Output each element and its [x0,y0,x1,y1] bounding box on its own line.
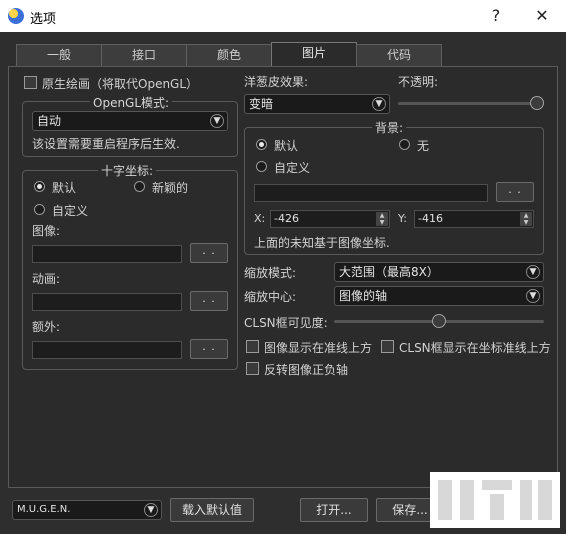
profile-value: M.U.G.E.N. [17,504,71,515]
crosshair-custom-label: 自定义 [52,204,89,218]
opengl-mode-value: 自动 [37,114,62,128]
profile-select[interactable]: M.U.G.E.N. ▼ [12,500,162,520]
clsn-visibility-slider-thumb[interactable] [432,314,446,328]
bg-path-field[interactable] [254,184,488,202]
zoom-mode-value: 大范围（最高8X） [339,265,439,279]
y-spinbox[interactable]: -416 ▲ ▼ [414,210,534,228]
image-above-guide-label: 图像显示在准线上方 [264,341,373,355]
native-draw-label: 原生绘画（将取代OpenGL） [42,77,199,91]
spin-down-icon[interactable]: ▼ [376,219,388,226]
extra-browse-button[interactable]: . . [190,339,228,359]
tab-images[interactable]: 图片 [271,42,357,67]
bg-custom-label: 自定义 [274,161,311,175]
animation-browse-button[interactable]: . . [190,291,228,311]
image-path-field[interactable] [32,245,182,263]
tab-colors[interactable]: 颜色 [186,44,272,66]
restart-note: 该设置需要重启程序后生效. [32,137,180,151]
chevron-down-icon: ▼ [526,265,540,279]
watermark-logo [430,472,560,528]
x-spinbox[interactable]: -426 ▲ ▼ [270,210,390,228]
help-button[interactable]: ? [474,0,518,32]
close-button[interactable]: ✕ [520,0,564,32]
clsn-above-guide-checkbox[interactable] [381,340,394,353]
opacity-slider-track[interactable] [398,102,544,105]
extra-label: 额外: [32,320,61,334]
opengl-mode-select[interactable]: 自动 ▼ [32,111,228,131]
chevron-down-icon: ▼ [144,503,158,517]
clsn-above-guide-label: CLSN框显示在坐标准线上方 [399,341,551,355]
invert-axis-checkbox[interactable] [246,362,259,375]
zoom-mode-label: 缩放模式: [244,266,297,280]
opacity-label: 不透明: [398,75,439,89]
zoom-center-select[interactable]: 图像的轴 ▼ [334,286,544,306]
spin-up-icon[interactable]: ▲ [376,212,388,219]
zoom-center-label: 缩放中心: [244,290,297,304]
title-bar: 选项 ? ✕ [0,0,566,32]
bg-none-label: 无 [417,139,430,153]
x-value: -426 [274,212,299,225]
crosshair-custom-radio[interactable] [34,204,45,215]
crosshair-new-label: 新颖的 [152,181,189,195]
bg-default-radio[interactable] [256,139,267,150]
clsn-visibility-label: CLSN框可见度: [244,316,328,330]
window-title: 选项 [30,12,57,27]
animation-path-field[interactable] [32,293,182,311]
onion-skin-select[interactable]: 变暗 ▼ [244,94,390,114]
chevron-down-icon: ▼ [526,289,540,303]
open-button[interactable]: 打开... [300,498,368,522]
crosshair-default-label: 默认 [52,181,77,195]
tab-interface[interactable]: 接口 [101,44,187,66]
tab-general[interactable]: 一般 [16,44,102,66]
onion-skin-value: 变暗 [249,97,274,111]
native-draw-checkbox[interactable] [24,76,37,89]
crosshair-group-title: 十字坐标: [98,162,157,179]
bg-none-radio[interactable] [399,139,410,150]
image-browse-button[interactable]: . . [190,243,228,263]
spin-down-icon[interactable]: ▼ [520,219,532,226]
animation-label: 动画: [32,272,61,286]
opengl-group-title: OpenGL模式: [90,94,173,111]
zoom-center-value: 图像的轴 [339,289,388,303]
image-label: 图像: [32,224,61,238]
chevron-down-icon: ▼ [210,114,224,128]
tab-code[interactable]: 代码 [356,44,442,66]
invert-axis-label: 反转图像正负轴 [264,363,349,377]
crosshair-new-radio[interactable] [134,181,145,192]
zoom-mode-select[interactable]: 大范围（最高8X） ▼ [334,262,544,282]
onion-skin-label: 洋葱皮效果: [244,75,309,89]
load-defaults-button[interactable]: 载入默认值 [170,498,254,522]
chevron-down-icon: ▼ [372,97,386,111]
bg-default-label: 默认 [274,139,299,153]
spin-up-icon[interactable]: ▲ [520,212,532,219]
x-label: X: [254,212,266,225]
bg-custom-radio[interactable] [256,161,267,172]
opacity-slider-thumb[interactable] [529,96,544,110]
coord-note: 上面的未知基于图像坐标. [254,236,390,250]
y-value: -416 [418,212,443,225]
bg-browse-button[interactable]: . . [496,182,534,202]
y-label: Y: [398,212,407,225]
background-group-title: 背景: [372,119,407,136]
app-icon [8,8,24,24]
extra-path-field[interactable] [32,341,182,359]
crosshair-default-radio[interactable] [34,181,45,192]
image-above-guide-checkbox[interactable] [246,340,259,353]
watermark-glyph-icon [438,480,552,520]
